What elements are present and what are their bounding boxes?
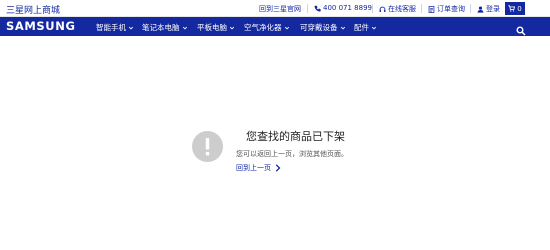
login-label: 登录	[486, 5, 500, 13]
chevron-right-icon	[275, 164, 281, 172]
order-query-link[interactable]: 订单查询	[428, 4, 465, 14]
chevron-down-icon	[371, 25, 377, 31]
chevron-down-icon	[340, 25, 346, 31]
cart-count: 0	[517, 4, 522, 13]
order-query-label: 订单查询	[437, 5, 465, 13]
hotline-link[interactable]: 400 071 8899	[314, 4, 372, 12]
chevron-down-icon	[284, 25, 290, 31]
nav-item-label: 配件	[354, 23, 369, 32]
login-link[interactable]: 登录	[477, 4, 500, 14]
phone-icon	[314, 5, 321, 12]
order-icon	[428, 5, 435, 13]
nav-item-air-purifiers[interactable]: 空气净化器	[244, 22, 290, 33]
samsung-logo[interactable]: SAMSUNG	[6, 19, 76, 33]
search-icon[interactable]	[516, 21, 526, 36]
back-to-official-site-link[interactable]: 回到三星官网	[259, 4, 301, 14]
user-icon	[477, 5, 484, 13]
divider	[470, 4, 471, 13]
online-service-label: 在线客服	[388, 5, 416, 13]
divider	[307, 4, 308, 13]
alert-icon	[192, 131, 223, 162]
nav-item-label: 智能手机	[96, 23, 126, 32]
back-link-label: 回到上一页	[236, 164, 271, 172]
top-utility-bar: 三星网上商城 回到三星官网 400 071 8899 在线客服 订单查询 登录	[0, 0, 550, 17]
nav-item-label: 空气净化器	[244, 23, 282, 32]
divider	[372, 4, 373, 13]
cart-button[interactable]: 0	[505, 2, 525, 15]
site-title[interactable]: 三星网上商城	[6, 3, 60, 16]
chevron-down-icon	[229, 25, 235, 31]
nav-item-label: 可穿戴设备	[300, 23, 338, 32]
nav-item-label: 平板电脑	[197, 23, 227, 32]
nav-item-tablets[interactable]: 平板电脑	[197, 22, 235, 33]
nav-item-accessories[interactable]: 配件	[354, 22, 377, 33]
hotline-label: 400 071 8899	[323, 4, 372, 12]
online-service-link[interactable]: 在线客服	[379, 4, 416, 14]
headset-icon	[379, 6, 386, 13]
divider	[421, 4, 422, 13]
back-to-previous-page-link[interactable]: 回到上一页	[236, 163, 281, 173]
chevron-down-icon	[128, 25, 134, 31]
chevron-down-icon	[182, 25, 188, 31]
back-to-official-site-label: 回到三星官网	[259, 5, 301, 13]
page-title: 您查找的商品已下架	[246, 130, 345, 143]
empty-state-description: 您可以返回上一页，浏览其他页面。	[236, 150, 348, 158]
main-nav: SAMSUNG 智能手机 笔记本电脑 平板电脑 空气净化器 可穿戴设备 配件	[0, 17, 550, 36]
nav-item-wearables[interactable]: 可穿戴设备	[300, 22, 346, 33]
nav-item-label: 笔记本电脑	[142, 23, 180, 32]
nav-item-smartphones[interactable]: 智能手机	[96, 22, 134, 33]
cart-icon	[508, 5, 516, 12]
nav-item-laptops[interactable]: 笔记本电脑	[142, 22, 188, 33]
